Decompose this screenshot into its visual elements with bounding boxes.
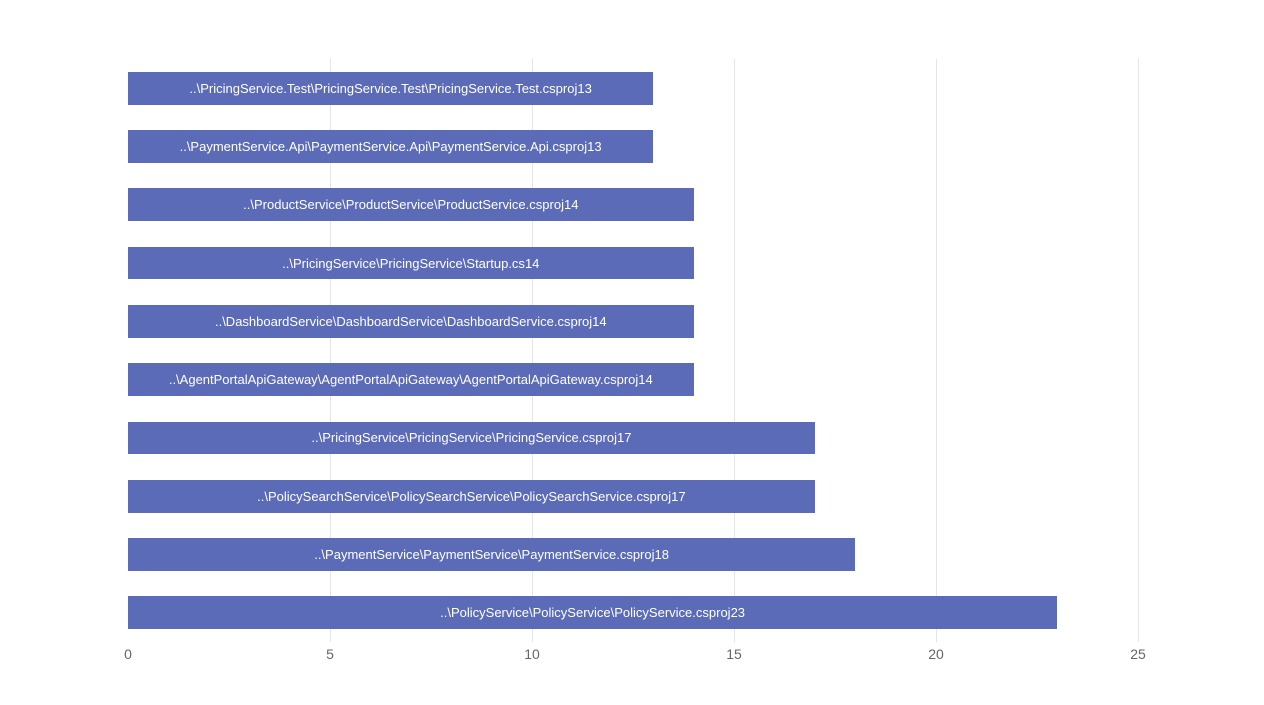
bar-label: ..\PricingService.Test\PricingService.Te…	[189, 81, 577, 96]
bar[interactable]: ..\ProductService\ProductService\Product…	[128, 188, 694, 221]
bar-label: ..\ProductService\ProductService\Product…	[243, 197, 564, 212]
bar-value: 14	[525, 256, 539, 271]
bar-slot: ..\ProductService\ProductService\Product…	[128, 176, 1138, 234]
bar-value: 14	[592, 314, 606, 329]
bar-label: ..\PolicySearchService\PolicySearchServi…	[257, 489, 671, 504]
bar-value: 18	[655, 547, 669, 562]
bar-slot: ..\PolicyService\PolicyService\PolicySer…	[128, 584, 1138, 642]
bar-value: 17	[617, 430, 631, 445]
x-tick-label: 10	[524, 646, 540, 662]
bar-value: 13	[577, 81, 591, 96]
bar-value: 13	[587, 139, 601, 154]
bar-label: ..\PaymentService.Api\PaymentService.Api…	[180, 139, 588, 154]
bar[interactable]: ..\PolicyService\PolicyService\PolicySer…	[128, 596, 1057, 629]
bar-slot: ..\PricingService\PricingService\Pricing…	[128, 409, 1138, 467]
x-tick-label: 5	[326, 646, 334, 662]
bar-chart: ..\PricingService.Test\PricingService.Te…	[0, 0, 1264, 705]
bar-label: ..\AgentPortalApiGateway\AgentPortalApiG…	[169, 372, 638, 387]
bar-label: ..\PricingService\PricingService\Pricing…	[311, 430, 617, 445]
bar[interactable]: ..\AgentPortalApiGateway\AgentPortalApiG…	[128, 363, 694, 396]
x-tick-label: 20	[928, 646, 944, 662]
bar-value: 23	[731, 605, 745, 620]
bar[interactable]: ..\PaymentService.Api\PaymentService.Api…	[128, 130, 653, 163]
bar-label: ..\PricingService\PricingService\Startup…	[282, 256, 525, 271]
plot-area: ..\PricingService.Test\PricingService.Te…	[128, 59, 1138, 642]
bar-slot: ..\PaymentService\PaymentService\Payment…	[128, 525, 1138, 583]
bar-slot: ..\PricingService.Test\PricingService.Te…	[128, 59, 1138, 117]
bar[interactable]: ..\PricingService.Test\PricingService.Te…	[128, 72, 653, 105]
bar[interactable]: ..\DashboardService\DashboardService\Das…	[128, 305, 694, 338]
bar-label: ..\DashboardService\DashboardService\Das…	[215, 314, 592, 329]
bar[interactable]: ..\PricingService\PricingService\Startup…	[128, 247, 694, 280]
bar-value: 17	[671, 489, 685, 504]
bar-value: 14	[564, 197, 578, 212]
bar[interactable]: ..\PolicySearchService\PolicySearchServi…	[128, 480, 815, 513]
gridline	[1138, 59, 1139, 642]
bar-slot: ..\DashboardService\DashboardService\Das…	[128, 292, 1138, 350]
bar-slot: ..\AgentPortalApiGateway\AgentPortalApiG…	[128, 351, 1138, 409]
bar-slot: ..\PaymentService.Api\PaymentService.Api…	[128, 117, 1138, 175]
x-tick-label: 15	[726, 646, 742, 662]
bar[interactable]: ..\PaymentService\PaymentService\Payment…	[128, 538, 855, 571]
bar-value: 14	[638, 372, 652, 387]
bar-label: ..\PolicyService\PolicyService\PolicySer…	[440, 605, 730, 620]
x-tick-label: 25	[1130, 646, 1146, 662]
x-tick-label: 0	[124, 646, 132, 662]
bar[interactable]: ..\PricingService\PricingService\Pricing…	[128, 422, 815, 455]
bar-label: ..\PaymentService\PaymentService\Payment…	[314, 547, 654, 562]
x-axis-ticks: 0510152025	[128, 646, 1138, 666]
bar-slot: ..\PricingService\PricingService\Startup…	[128, 234, 1138, 292]
bar-slot: ..\PolicySearchService\PolicySearchServi…	[128, 467, 1138, 525]
